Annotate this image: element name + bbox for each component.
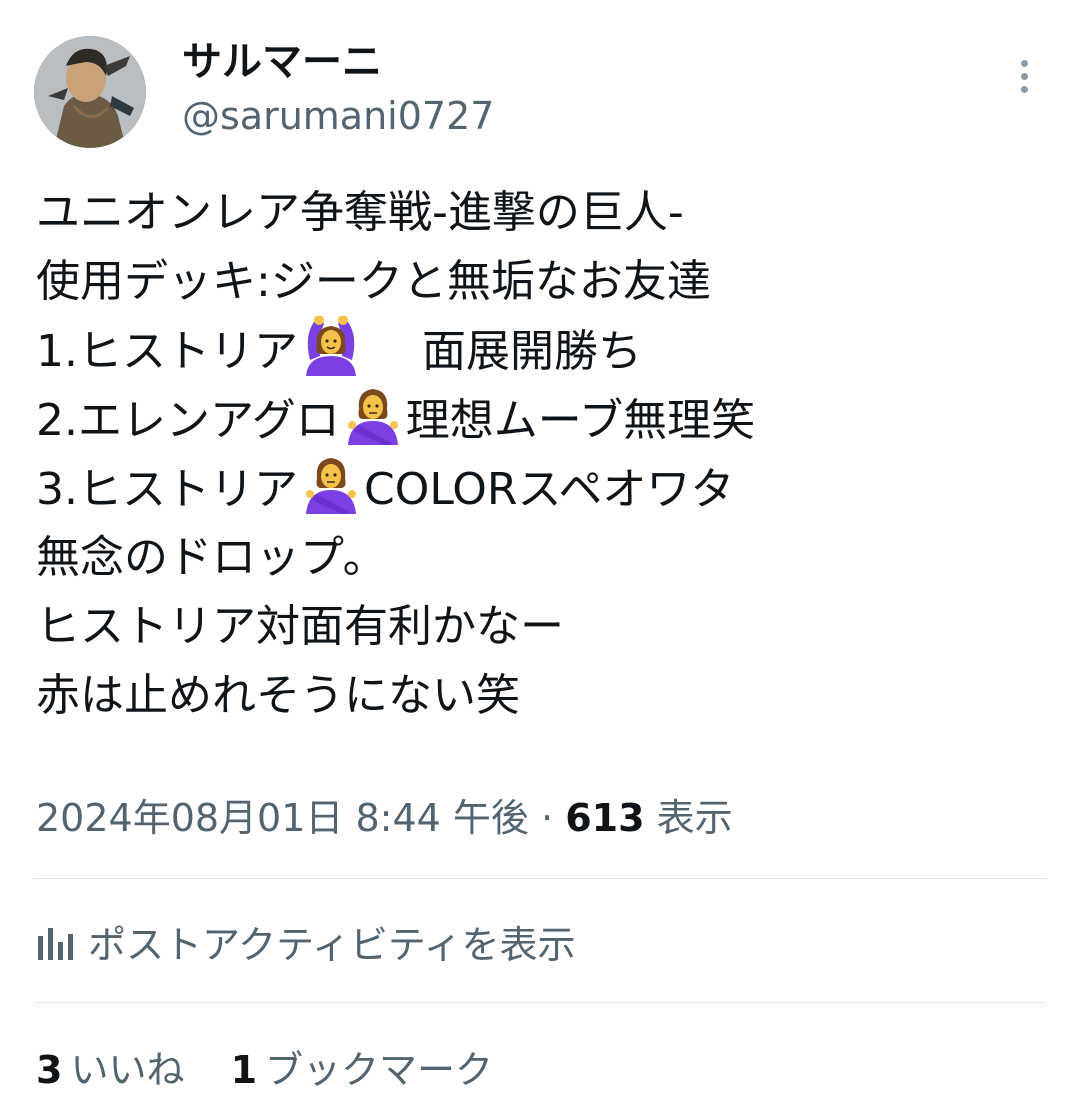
bookmarks-label: ブックマーク: [265, 1048, 494, 1092]
tweet-line: ヒストリア対面有利かなー: [36, 601, 564, 652]
tweet-line: ユニオンレア争奪戦-進撃の巨人-: [36, 187, 684, 238]
tweet-line: 使用デッキ:ジークと無垢なお友達: [36, 256, 711, 307]
bookmarks-count: 1: [230, 1048, 258, 1092]
tweet-line-segment: COLORスペオワタ: [363, 464, 735, 515]
avatar[interactable]: [34, 36, 146, 148]
tweet-text: ユニオンレア争奪戦-進撃の巨人- 使用デッキ:ジークと無垢なお友達 1.ヒストリ…: [36, 178, 1046, 730]
timestamp[interactable]: 2024年08月01日 8:44 午後: [36, 796, 529, 840]
post-activity-link[interactable]: ポストアクティビティを表示: [36, 915, 576, 975]
views-label: 表示: [656, 796, 733, 840]
display-name[interactable]: サルマーニ: [182, 38, 382, 86]
user-handle[interactable]: @sarumani0727: [182, 92, 494, 140]
tweet-line-segment: 2.エレンアグロ: [36, 395, 340, 446]
bar-chart-icon: [38, 928, 73, 960]
tweet-line-segment: 1.ヒストリア: [36, 326, 298, 377]
tweet-line: 1.ヒストリア 面展開勝ち: [36, 316, 1046, 385]
tweet-line: 3.ヒストリア COLORスペオワタ: [36, 454, 1046, 523]
engagement-stats: 3 いいね 1 ブックマーク: [36, 1040, 493, 1100]
likes-label: いいね: [70, 1048, 185, 1092]
tweet-line-segment: 3.ヒストリア: [36, 464, 298, 515]
avatar-image: [34, 36, 146, 148]
divider: [34, 1002, 1046, 1003]
likes-stat[interactable]: 3 いいね: [36, 1040, 184, 1100]
likes-count: 3: [36, 1048, 63, 1092]
post-activity-label: ポストアクティビティを表示: [88, 923, 576, 967]
views-count: 613: [565, 796, 645, 840]
meta-separator: ·: [541, 796, 554, 840]
divider: [34, 878, 1046, 879]
tweet-meta: 2024年08月01日 8:44 午後 · 613 表示: [36, 792, 733, 844]
tweet-header: サルマーニ @sarumani0727: [34, 36, 1046, 148]
tweet-line: 無念のドロップ。: [36, 532, 387, 583]
person-gesturing-no-emoji: [342, 385, 404, 445]
tweet-line-segment: 面展開勝ち: [421, 326, 642, 377]
tweet-line: 赤は止めれそうにない笑: [36, 670, 520, 721]
person-gesturing-no-emoji: [300, 454, 362, 514]
more-vertical-icon[interactable]: [1012, 60, 1036, 100]
person-gesturing-ok-emoji: [300, 316, 362, 376]
tweet-line-segment: 理想ムーブ無理笑: [405, 395, 756, 446]
bookmarks-stat[interactable]: 1 ブックマーク: [231, 1040, 493, 1100]
tweet-line: 2.エレンアグロ 理想ムーブ無理笑: [36, 385, 1046, 454]
